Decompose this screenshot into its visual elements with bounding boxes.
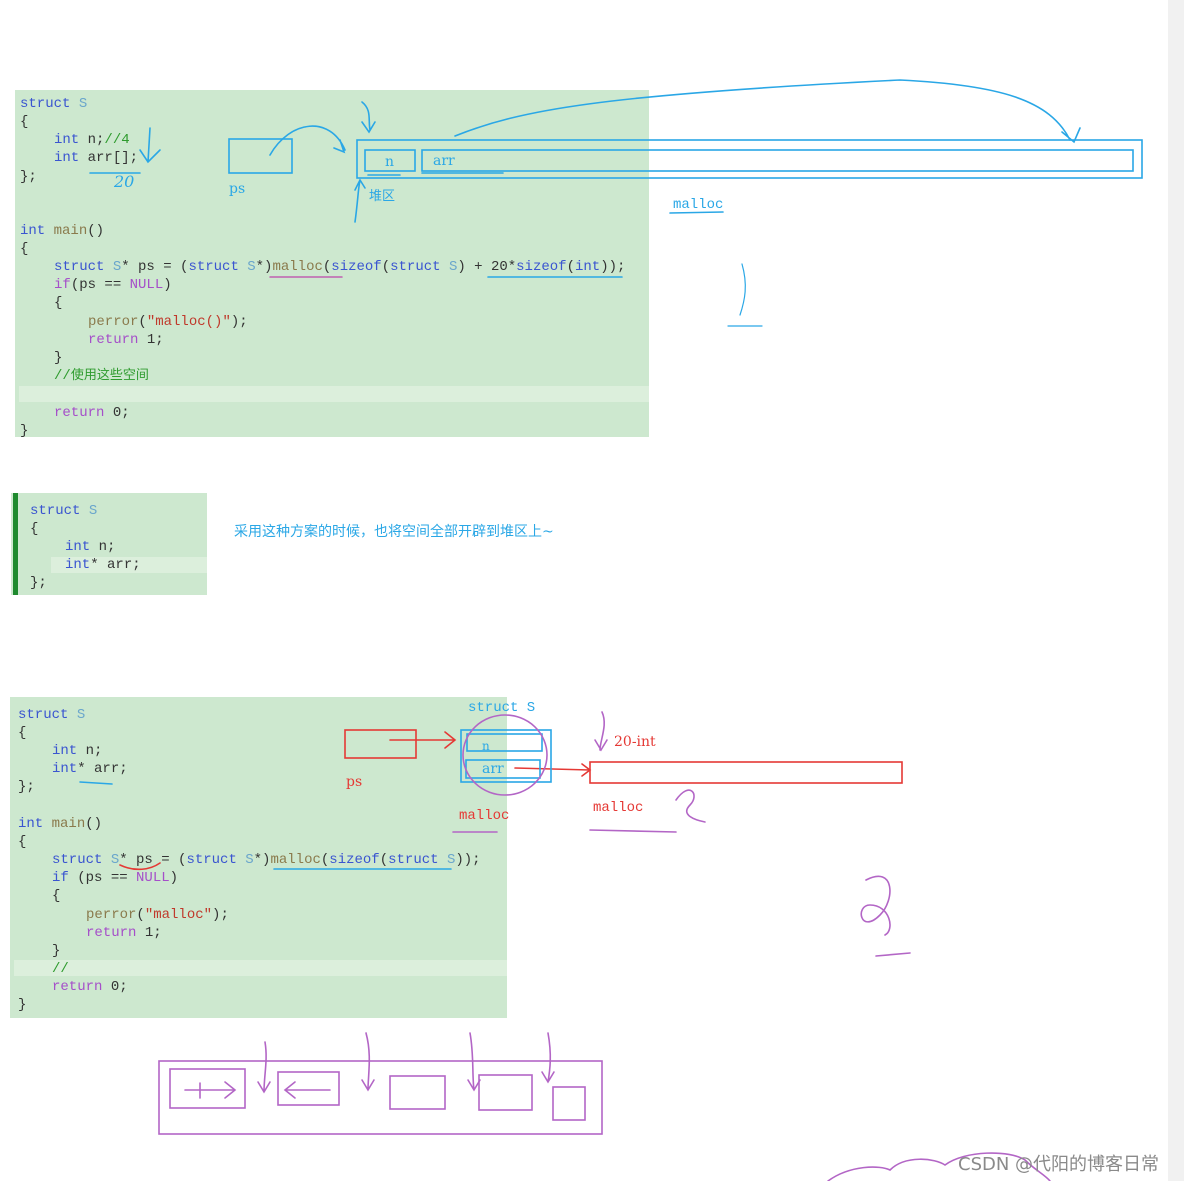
struct-circle: [462, 714, 548, 796]
malloc-label-red-2: malloc: [593, 800, 643, 816]
malloc-label: malloc: [673, 197, 723, 213]
malloc-label-red: malloc: [459, 808, 509, 824]
hand-2-stroke: [860, 875, 911, 957]
arrow-up-heap: [354, 178, 366, 223]
handwritten-20: 20: [113, 172, 134, 191]
annotation-layer: ps 堆区 n arr malloc 20 struct S n arr ps …: [79, 79, 1143, 1181]
ps-box-red: [344, 729, 417, 759]
n-box-label: n: [385, 154, 394, 170]
blue-annotations: [89, 79, 1143, 327]
blue-annotations-2: [79, 729, 552, 870]
arrow-ps-to-struct: [389, 731, 457, 749]
arrow-arr: [139, 127, 161, 164]
heap-label: 堆区: [369, 189, 395, 204]
arrow-long: [454, 79, 1081, 144]
arr-box: [421, 149, 1134, 172]
ps-box: [228, 138, 293, 174]
arrow-ps-to-heap: [269, 125, 346, 156]
arr-box-label: arr: [433, 153, 455, 169]
ps-label: ps: [229, 181, 245, 197]
underlines: [89, 172, 724, 278]
watermark: CSDN @代阳的博客日常: [958, 1154, 1160, 1175]
hand-1-stroke: [727, 263, 763, 327]
ps-underline: [119, 862, 161, 871]
int-array-block: [589, 761, 903, 784]
explanation-note: 采用这种方案的时候，也将空间全部开辟到堆区上~: [234, 524, 554, 540]
twenty-int-label: 20-int: [614, 734, 656, 750]
arrow-down: [361, 101, 376, 134]
arrow-arr-to-array: [514, 763, 592, 777]
n-box-label-2: n: [482, 739, 490, 753]
ps-label-red: ps: [346, 774, 362, 790]
struct-s-label: struct S: [468, 700, 535, 716]
arr-box-label-2: arr: [482, 761, 504, 777]
